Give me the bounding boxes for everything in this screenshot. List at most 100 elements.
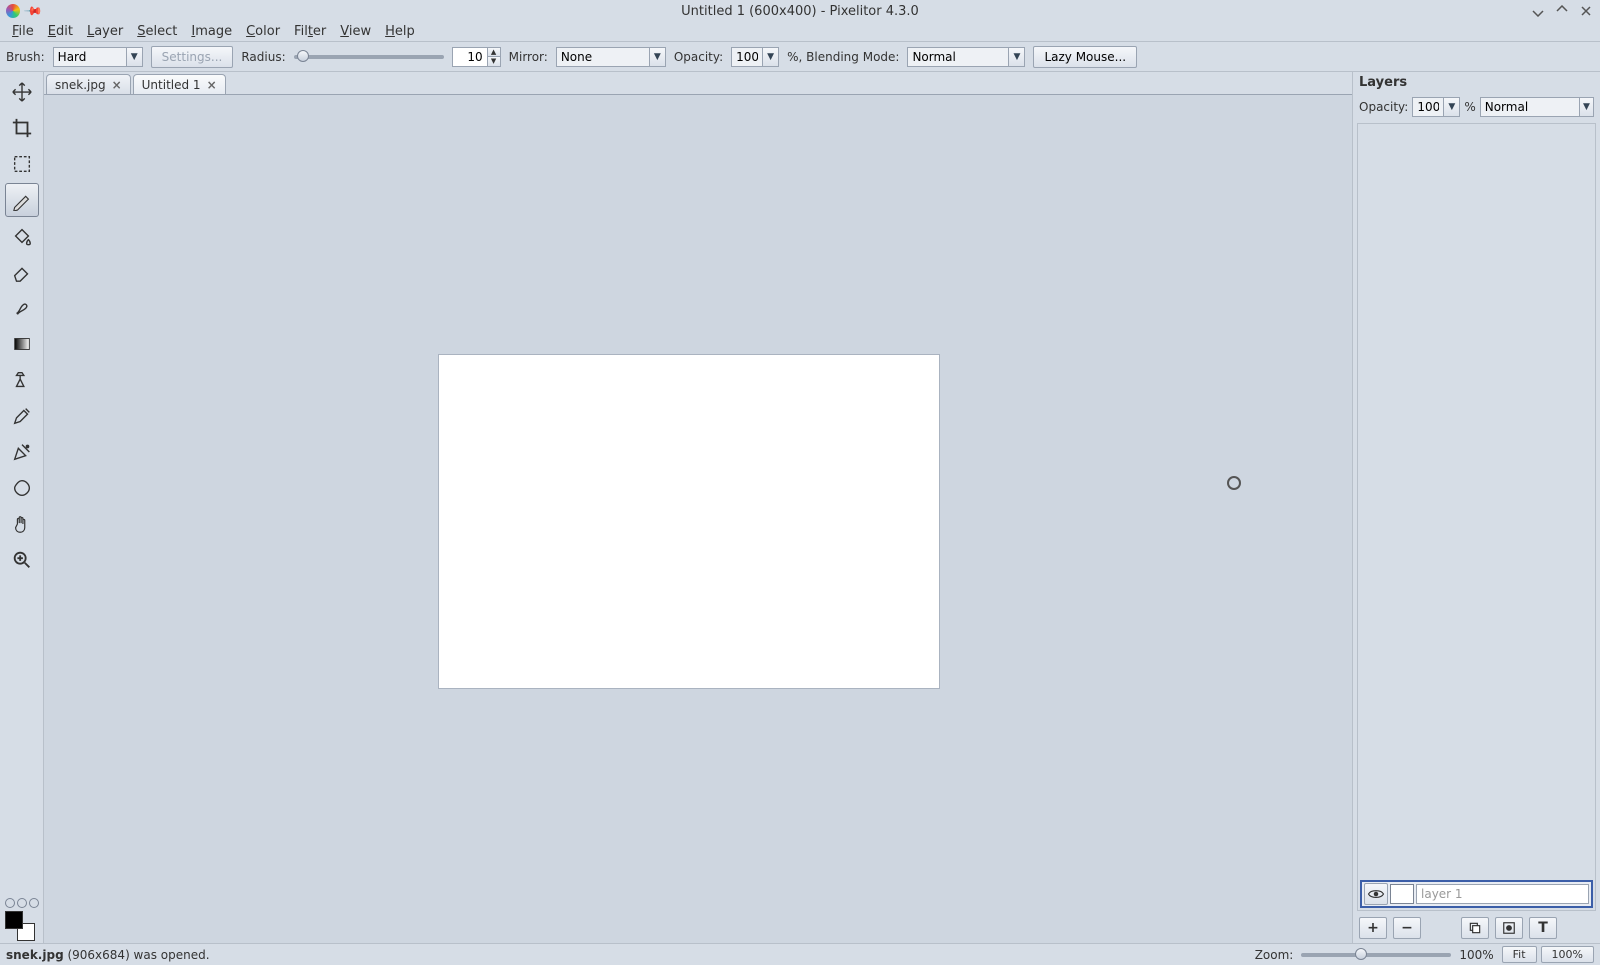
canvas-viewport[interactable] bbox=[44, 94, 1352, 943]
layer-opacity-combo[interactable]: ▼ bbox=[1412, 97, 1460, 117]
chevron-down-icon[interactable]: ▼ bbox=[1579, 98, 1593, 116]
tab-snek[interactable]: snek.jpg × bbox=[46, 74, 131, 94]
statusbar: snek.jpg (906x684) was opened. Zoom: 100… bbox=[0, 943, 1600, 965]
zoom-tool[interactable] bbox=[5, 543, 39, 577]
layers-title: Layers bbox=[1353, 72, 1600, 93]
tool-options-bar: Brush: ▼ Settings... Radius: ▲▼ Mirror: … bbox=[0, 42, 1600, 72]
swap-colors-icon[interactable] bbox=[5, 898, 15, 908]
gradient-tool[interactable] bbox=[5, 327, 39, 361]
radius-value[interactable] bbox=[453, 50, 487, 64]
chevron-down-icon[interactable]: ▼ bbox=[126, 48, 142, 66]
blend-combo[interactable]: ▼ bbox=[907, 47, 1025, 67]
menu-edit[interactable]: Edit bbox=[42, 22, 79, 41]
layers-panel: Layers Opacity: ▼ % ▼ + − bbox=[1352, 72, 1600, 943]
color-swatches bbox=[5, 898, 39, 941]
zoom-label: Zoom: bbox=[1255, 948, 1294, 962]
radius-spinner[interactable]: ▲▼ bbox=[452, 47, 501, 67]
fill-tool[interactable] bbox=[5, 219, 39, 253]
hand-tool[interactable] bbox=[5, 507, 39, 541]
text-layer-button[interactable]: T bbox=[1529, 917, 1557, 939]
brush-label: Brush: bbox=[6, 50, 45, 64]
zoom-slider[interactable] bbox=[1301, 953, 1451, 957]
smudge-tool[interactable] bbox=[5, 291, 39, 325]
brush-combo[interactable]: ▼ bbox=[53, 47, 143, 67]
mirror-combo[interactable]: ▼ bbox=[556, 47, 666, 67]
blend-value[interactable] bbox=[908, 48, 1008, 66]
layer-thumbnail[interactable] bbox=[1390, 884, 1414, 904]
visibility-toggle[interactable] bbox=[1364, 883, 1388, 905]
lazy-mouse-button[interactable]: Lazy Mouse... bbox=[1033, 46, 1137, 68]
delete-layer-button[interactable]: − bbox=[1393, 917, 1421, 939]
pin-icon[interactable]: 📌 bbox=[23, 1, 43, 21]
opacity-combo[interactable]: ▼ bbox=[731, 47, 779, 67]
blend-label: %, Blending Mode: bbox=[787, 50, 899, 64]
mirror-value[interactable] bbox=[557, 48, 649, 66]
duplicate-layer-button[interactable] bbox=[1461, 917, 1489, 939]
canvas[interactable] bbox=[439, 355, 939, 688]
menu-layer[interactable]: Layer bbox=[81, 22, 129, 41]
menu-file[interactable]: File bbox=[6, 22, 40, 41]
default-colors-icon[interactable] bbox=[17, 898, 27, 908]
radius-up[interactable]: ▲ bbox=[488, 48, 500, 57]
clone-tool[interactable] bbox=[5, 363, 39, 397]
selection-tool[interactable] bbox=[5, 147, 39, 181]
brush-settings-button[interactable]: Settings... bbox=[151, 46, 234, 68]
status-message: snek.jpg (906x684) was opened. bbox=[6, 948, 1247, 962]
layer-mask-button[interactable] bbox=[1495, 917, 1523, 939]
window-title: Untitled 1 (600x400) - Pixelitor 4.3.0 bbox=[306, 4, 1294, 19]
tab-label: snek.jpg bbox=[55, 78, 106, 92]
close-icon[interactable]: × bbox=[207, 78, 217, 92]
close-button[interactable] bbox=[1578, 3, 1594, 19]
tool-palette bbox=[0, 72, 44, 943]
color-picker-tool[interactable] bbox=[5, 399, 39, 433]
tab-label: Untitled 1 bbox=[142, 78, 201, 92]
eraser-tool[interactable] bbox=[5, 255, 39, 289]
move-tool[interactable] bbox=[5, 75, 39, 109]
radius-down[interactable]: ▼ bbox=[488, 57, 500, 66]
zoom-100-button[interactable]: 100% bbox=[1541, 946, 1594, 963]
chevron-down-icon[interactable]: ▼ bbox=[762, 48, 778, 66]
close-icon[interactable]: × bbox=[112, 78, 122, 92]
opacity-value[interactable] bbox=[732, 48, 762, 66]
radius-slider[interactable] bbox=[294, 55, 444, 59]
layer-blend-combo[interactable]: ▼ bbox=[1480, 97, 1594, 117]
chevron-down-icon[interactable]: ▼ bbox=[1008, 48, 1024, 66]
brush-tool[interactable] bbox=[5, 183, 39, 217]
app-icon bbox=[6, 4, 20, 18]
random-colors-icon[interactable] bbox=[29, 898, 39, 908]
menu-help[interactable]: Help bbox=[379, 22, 421, 41]
layer-row[interactable] bbox=[1360, 880, 1593, 908]
foreground-color[interactable] bbox=[5, 911, 23, 929]
layer-name-input[interactable] bbox=[1416, 884, 1589, 904]
minimize-button[interactable] bbox=[1530, 3, 1546, 19]
chevron-down-icon[interactable]: ▼ bbox=[649, 48, 665, 66]
radius-slider-thumb[interactable] bbox=[297, 50, 309, 62]
document-tabs: snek.jpg × Untitled 1 × bbox=[44, 72, 1352, 94]
zoom-fit-button[interactable]: Fit bbox=[1502, 946, 1537, 963]
titlebar: 📌 Untitled 1 (600x400) - Pixelitor 4.3.0 bbox=[0, 0, 1600, 22]
menu-color[interactable]: Color bbox=[240, 22, 286, 41]
shapes-tool[interactable] bbox=[5, 471, 39, 505]
mirror-label: Mirror: bbox=[509, 50, 548, 64]
menu-select[interactable]: Select bbox=[131, 22, 183, 41]
menu-image[interactable]: Image bbox=[185, 22, 238, 41]
document-area: snek.jpg × Untitled 1 × bbox=[44, 72, 1352, 943]
layer-blend-value[interactable] bbox=[1481, 98, 1579, 116]
menu-view[interactable]: View bbox=[334, 22, 377, 41]
pen-tool[interactable] bbox=[5, 435, 39, 469]
brush-cursor-icon bbox=[1227, 476, 1241, 490]
maximize-button[interactable] bbox=[1554, 3, 1570, 19]
zoom-value: 100% bbox=[1459, 948, 1493, 962]
layer-opacity-label: Opacity: bbox=[1359, 100, 1408, 114]
layer-opacity-value[interactable] bbox=[1413, 98, 1443, 116]
crop-tool[interactable] bbox=[5, 111, 39, 145]
layer-list bbox=[1357, 123, 1596, 911]
tab-untitled[interactable]: Untitled 1 × bbox=[133, 74, 226, 94]
percent-label: % bbox=[1464, 100, 1475, 114]
zoom-slider-thumb[interactable] bbox=[1355, 948, 1367, 960]
menu-filter[interactable]: Filter bbox=[288, 22, 332, 41]
add-layer-button[interactable]: + bbox=[1359, 917, 1387, 939]
status-rest: (906x684) was opened. bbox=[64, 948, 210, 962]
chevron-down-icon[interactable]: ▼ bbox=[1443, 98, 1459, 116]
brush-value[interactable] bbox=[54, 48, 126, 66]
